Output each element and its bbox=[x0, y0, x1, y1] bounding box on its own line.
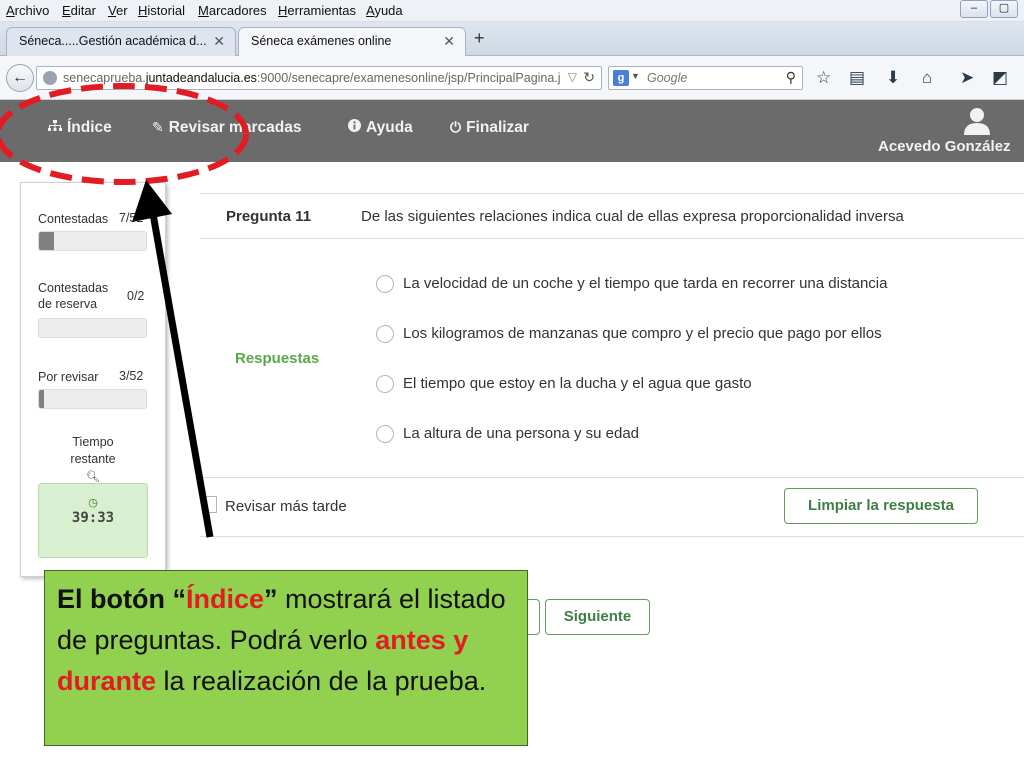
send-icon[interactable]: ➤ bbox=[960, 68, 974, 88]
addon-icon[interactable]: ◩ bbox=[992, 68, 1008, 88]
review-count: 3/52 bbox=[119, 369, 144, 383]
reserve-progress-bar bbox=[38, 318, 147, 338]
tab-seneca-gestion[interactable]: Séneca.....Gestión académica d... ✕ bbox=[6, 27, 236, 56]
info-icon bbox=[348, 119, 361, 135]
menu-ayuda[interactable]: Ayuda bbox=[366, 3, 403, 18]
nav-revisar-marcadas[interactable]: ✎ Revisar marcadas bbox=[152, 119, 301, 137]
answered-progress-bar bbox=[38, 231, 147, 251]
browser-menu-bar: Archivo Editar Ver Historial Marcadores … bbox=[0, 0, 1024, 22]
timer-box: ◷ 39:33 bbox=[38, 483, 148, 558]
tab-seneca-examenes[interactable]: Séneca exámenes online ✕ bbox=[238, 27, 466, 57]
menu-editar[interactable]: Editar bbox=[62, 3, 96, 18]
user-avatar-icon[interactable] bbox=[962, 106, 992, 136]
reload-icon[interactable]: ↻ bbox=[583, 69, 595, 86]
nav-finalizar[interactable]: ⏻ Finalizar bbox=[450, 119, 529, 137]
answered-count: 7/52 bbox=[119, 211, 144, 225]
nav-ayuda-label: Ayuda bbox=[366, 119, 413, 136]
pencil-icon: ✎ bbox=[152, 119, 164, 135]
answered-label: Contestadas bbox=[38, 212, 109, 226]
radio-button[interactable] bbox=[376, 425, 394, 443]
menu-marcadores[interactable]: Marcadores bbox=[198, 3, 267, 18]
divider bbox=[200, 477, 1024, 478]
search-input[interactable]: g ▼ Google ⚲ bbox=[608, 66, 803, 90]
progress-panel: Contestadas 7/52 Contestadas de reserva 0… bbox=[20, 182, 166, 577]
timer-value: 39:33 bbox=[71, 510, 115, 526]
next-button[interactable]: Siguiente bbox=[545, 599, 650, 635]
divider bbox=[200, 193, 1024, 194]
magnifier-icon[interactable]: ⚲ bbox=[786, 69, 796, 86]
nav-ayuda[interactable]: Ayuda bbox=[348, 119, 413, 137]
answer-option-text: La altura de una persona y su edad bbox=[403, 425, 640, 442]
window-controls: – ▢ bbox=[958, 0, 1018, 18]
home-icon[interactable]: ⌂ bbox=[922, 68, 932, 88]
review-later-label: Revisar más tarde bbox=[225, 498, 347, 515]
review-label: Por revisar bbox=[38, 370, 99, 384]
divider bbox=[200, 536, 1024, 537]
menu-herramientas[interactable]: Herramientas bbox=[278, 3, 356, 18]
download-icon[interactable]: ⬇ bbox=[886, 68, 900, 88]
back-arrow-icon[interactable]: ← bbox=[6, 64, 34, 92]
nav-finalizar-label: Finalizar bbox=[466, 119, 529, 136]
globe-icon bbox=[43, 71, 57, 85]
zoom-icon[interactable]: 🔍︎ bbox=[86, 470, 100, 483]
search-placeholder: Google bbox=[647, 71, 688, 85]
new-tab-icon[interactable]: + bbox=[474, 28, 485, 49]
answer-option-text: Los kilogramos de manzanas que compro y … bbox=[403, 325, 882, 342]
radio-button[interactable] bbox=[376, 275, 394, 293]
url-text: senecaprueba.juntadeandalucia.es:9000/se… bbox=[63, 71, 561, 85]
dropdown-icon[interactable]: ▽ bbox=[568, 70, 577, 84]
sitemap-icon bbox=[48, 119, 62, 135]
power-icon: ⏻ bbox=[450, 119, 462, 135]
clock-icon: ◷ bbox=[88, 497, 98, 509]
nav-indice[interactable]: Índice bbox=[48, 119, 112, 137]
user-name: Acevedo González bbox=[878, 138, 1011, 155]
radio-button[interactable] bbox=[376, 375, 394, 393]
url-input[interactable]: senecaprueba.juntadeandalucia.es:9000/se… bbox=[36, 66, 602, 90]
tab-label: Séneca exámenes online bbox=[251, 34, 392, 48]
close-icon[interactable]: ✕ bbox=[443, 33, 455, 50]
annotation-text: El botón “Índice” mostrará el listado de… bbox=[57, 584, 506, 696]
menu-historial[interactable]: Historial bbox=[138, 3, 185, 18]
close-icon[interactable]: ✕ bbox=[213, 33, 225, 50]
review-later-checkbox[interactable] bbox=[204, 496, 217, 513]
tab-label: Séneca.....Gestión académica d... bbox=[19, 34, 207, 48]
clear-answer-button[interactable]: Limpiar la respuesta bbox=[784, 488, 978, 524]
answered-progress-fill bbox=[39, 232, 54, 250]
answer-option-text: La velocidad de un coche y el tiempo que… bbox=[403, 275, 888, 292]
nav-revisar-label: Revisar marcadas bbox=[168, 119, 302, 136]
chevron-down-icon[interactable]: ▼ bbox=[631, 71, 640, 81]
menu-archivo[interactable]: Archivo bbox=[6, 3, 49, 18]
divider bbox=[200, 238, 1024, 239]
timer-label: Tiempo restante bbox=[70, 435, 116, 466]
annotation-callout: El botón “Índice” mostrará el listado de… bbox=[44, 570, 528, 746]
menu-ver[interactable]: Ver bbox=[108, 3, 128, 18]
answer-option-text: El tiempo que estoy en la ducha y el agu… bbox=[403, 375, 752, 392]
app-nav-bar: Índice ✎ Revisar marcadas Ayuda ⏻ Finaliza… bbox=[0, 100, 1024, 162]
browser-nav-bar: ← senecaprueba.juntadeandalucia.es:9000/… bbox=[0, 56, 1024, 100]
reserve-label: Contestadas de reserva bbox=[38, 281, 109, 311]
minimize-icon[interactable]: – bbox=[960, 0, 988, 18]
reserve-count: 0/2 bbox=[127, 289, 145, 303]
review-progress-fill bbox=[39, 390, 45, 408]
google-icon[interactable]: g bbox=[613, 70, 629, 86]
question-text: De las siguientes relaciones indica cual… bbox=[361, 208, 904, 225]
review-progress-bar bbox=[38, 389, 147, 409]
nav-indice-label: Índice bbox=[67, 119, 112, 136]
browser-tab-bar: Séneca.....Gestión académica d... ✕ Séne… bbox=[0, 22, 1024, 57]
radio-button[interactable] bbox=[376, 325, 394, 343]
answers-label: Respuestas bbox=[235, 350, 320, 367]
bookmark-star-icon[interactable]: ☆ bbox=[816, 68, 831, 88]
maximize-icon[interactable]: ▢ bbox=[990, 0, 1018, 18]
question-number: Pregunta 11 bbox=[226, 208, 312, 225]
reading-list-icon[interactable]: ▤ bbox=[849, 68, 865, 88]
